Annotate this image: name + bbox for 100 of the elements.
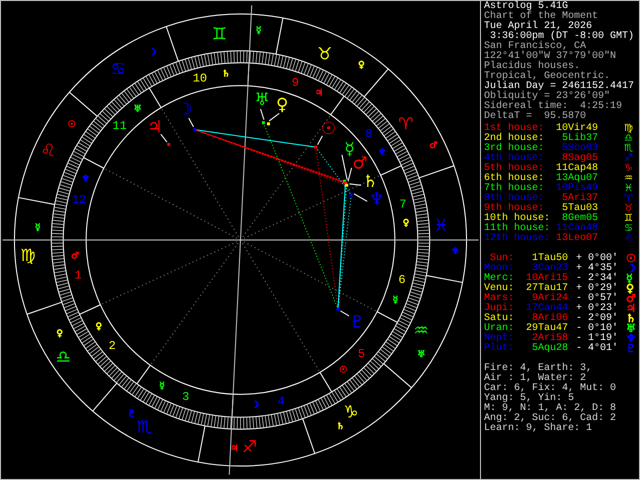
planet-motion: + 0°23' bbox=[576, 304, 620, 314]
ruler-glyph: ♃ bbox=[315, 88, 324, 98]
ruler-glyph: ♆ bbox=[82, 174, 90, 184]
zodiac-sign-glyph: ♎ bbox=[56, 346, 71, 366]
house-number: 11 bbox=[112, 118, 127, 133]
planet-position: 27Tau17 bbox=[524, 284, 568, 294]
planet-marker bbox=[266, 112, 280, 126]
planet-motion: - 0°57' bbox=[576, 294, 620, 304]
house-label: 4th house: bbox=[484, 154, 546, 164]
planet-marker bbox=[336, 308, 350, 316]
sign-glyph: ♏ bbox=[624, 144, 633, 154]
house-cusp-value: 10Pis49 bbox=[554, 184, 598, 194]
planet-position: 1Tau50 bbox=[530, 254, 568, 264]
ruler-glyph: ☽ bbox=[148, 48, 157, 58]
house-label: 3rd house: bbox=[484, 144, 546, 154]
sign-glyph: ♈ bbox=[624, 194, 633, 204]
planet-position: 29Tau47 bbox=[524, 324, 568, 334]
planet-position: 8Ari06 bbox=[532, 314, 568, 324]
planet-glyph: ♆ bbox=[626, 334, 636, 344]
zodiac-sign-glyph: ♉ bbox=[317, 44, 332, 64]
house-label: 9th house: bbox=[484, 204, 544, 214]
planet-position: 17Can44 bbox=[524, 304, 568, 314]
ruler-glyph: ♂ bbox=[71, 252, 80, 262]
house-label: 5th house: bbox=[484, 164, 546, 174]
sign-glyph: ♋ bbox=[624, 224, 633, 234]
planet-marker bbox=[188, 118, 196, 132]
element-summary-line: Learn: 9, Share: 1 bbox=[484, 424, 592, 434]
zodiac-sign-glyph: ♐ bbox=[242, 436, 258, 457]
element-summary-line: Air : 1, Water: 2 bbox=[484, 374, 586, 384]
sign-glyph: ♒ bbox=[624, 174, 633, 184]
sign-glyph: ♑ bbox=[624, 164, 633, 174]
ruler-glyph: ☿ bbox=[159, 382, 165, 392]
house-number: 6 bbox=[398, 272, 406, 287]
element-summary-line: Yang: 5, Yin: 5 bbox=[484, 394, 574, 404]
planet-glyph: ☉ bbox=[626, 254, 636, 264]
house-number: 12 bbox=[72, 193, 86, 208]
ruler-glyph: ♇ bbox=[128, 410, 136, 420]
planet-label: Jupi: bbox=[484, 304, 514, 314]
ruler-glyph: ♀ bbox=[402, 218, 410, 228]
ruler-glyph: ♀ bbox=[96, 322, 102, 332]
planet-motion: + 4°35' bbox=[576, 264, 620, 274]
zodiac-sign-glyph: ♍ bbox=[20, 245, 36, 266]
chart-info-line: Obliquity = 23°26'09" bbox=[484, 92, 610, 102]
planet-label: Sun: bbox=[490, 254, 514, 264]
planet-glyph: ♇ bbox=[626, 344, 636, 354]
house-cusp-value: 5Lib37 bbox=[560, 134, 598, 144]
planet-motion: + 0°00' bbox=[576, 254, 620, 264]
planet-label: Nept: bbox=[484, 334, 514, 344]
planet-glyph: ☽ bbox=[626, 264, 636, 274]
chart-info-line: 3:36:00pm (DT -8:00 GMT) bbox=[490, 32, 634, 42]
zodiac-sign-glyph: ♑ bbox=[343, 401, 358, 422]
house-cusp-value: 10Vir49 bbox=[554, 124, 598, 134]
ruler-glyph: ☿ bbox=[34, 222, 40, 233]
planet-glyph: ♀ bbox=[276, 94, 288, 114]
planet-label: Moon: bbox=[484, 264, 514, 274]
planet-glyph: ☿ bbox=[626, 274, 633, 284]
planet-glyph: ☉ bbox=[320, 118, 336, 138]
sign-glyph: ♌ bbox=[624, 234, 633, 244]
house-cusp-value: 5Sco03 bbox=[560, 144, 598, 154]
chart-info-line: Tropical, Geocentric. bbox=[484, 72, 610, 82]
sign-glyph: ♍ bbox=[624, 124, 633, 134]
zodiac-sign-glyph: ♊ bbox=[212, 23, 227, 44]
ruler-glyph: ♂ bbox=[429, 141, 438, 152]
house-number: 2 bbox=[108, 338, 116, 353]
element-summary-line: M: 9, N: 1, A: 2, D: 8 bbox=[484, 404, 616, 414]
sign-glyph: ♐ bbox=[624, 154, 633, 164]
house-number: 5 bbox=[358, 347, 365, 362]
chart-info-line: 122°41'00"W 37°79'00"N bbox=[484, 52, 616, 62]
house-label: 6th house: bbox=[484, 174, 546, 184]
house-cusp-value: 11Can48 bbox=[554, 224, 598, 234]
planet-glyph: ♄ bbox=[626, 314, 636, 324]
chart-info-line: DeltaT = 95.5870 bbox=[484, 112, 586, 122]
sign-glyph: ♎ bbox=[624, 134, 633, 144]
ruler-glyph: ☿ bbox=[392, 296, 398, 306]
house-label: 2nd house: bbox=[484, 134, 546, 144]
house-number: 3 bbox=[182, 390, 190, 404]
planet-label: Venu: bbox=[484, 284, 514, 294]
ruler-glyph: ♃ bbox=[230, 444, 238, 454]
planet-motion: - 0°10' bbox=[576, 324, 620, 334]
house-label: 7th house: bbox=[484, 184, 546, 194]
planet-motion: + 0°29' bbox=[576, 284, 620, 294]
planet-marker bbox=[314, 135, 323, 149]
house-cusp-value: 13Leo07 bbox=[554, 234, 598, 244]
chart-info-line: Astrolog 5.41G bbox=[484, 2, 568, 12]
planet-glyph: ♀ bbox=[626, 284, 634, 294]
planet-position: 10Ari15 bbox=[524, 274, 568, 284]
house-number: 8 bbox=[365, 127, 372, 142]
sign-glyph: ♓ bbox=[624, 184, 633, 194]
zodiac-sign-glyph: ♏ bbox=[136, 416, 152, 436]
chart-info-line: Tue April 21, 2026 bbox=[484, 22, 592, 32]
ruler-glyph: ♀ bbox=[56, 328, 63, 339]
house-cusp-value: 8Sag05 bbox=[562, 154, 598, 164]
house-number: 4 bbox=[277, 394, 285, 408]
house-cusp-value: 8Gem05 bbox=[562, 214, 598, 224]
house-label: 1st house: bbox=[484, 124, 546, 134]
planet-label: Mars: bbox=[484, 294, 514, 304]
zodiac-sign-glyph: ♈ bbox=[398, 114, 414, 134]
planet-position: 2Ari58 bbox=[530, 334, 568, 344]
planet-position: 9Ari24 bbox=[532, 294, 568, 304]
chart-info-line: Chart of the Moment bbox=[484, 12, 598, 22]
